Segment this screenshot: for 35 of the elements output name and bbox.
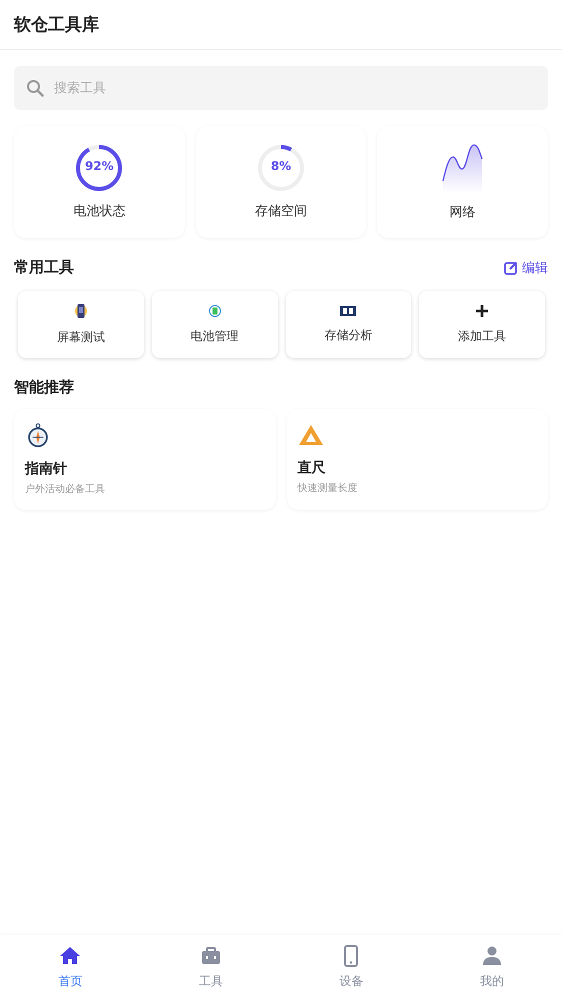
edit-button[interactable]: 编辑 — [504, 258, 548, 276]
section-title: 常用工具 — [14, 258, 74, 277]
tool-button[interactable]: 添加工具 — [419, 291, 545, 358]
user-icon — [480, 944, 503, 966]
search-icon — [26, 79, 44, 97]
toolbox-icon — [200, 944, 222, 966]
percent-value: 92% — [84, 159, 115, 173]
search-input[interactable]: 搜索工具 — [52, 80, 536, 96]
storage-icon — [340, 305, 356, 317]
triangle-ruler-icon — [298, 423, 324, 447]
card-title: 直尺 — [298, 459, 326, 477]
card-description: 户外活动必备工具 — [25, 482, 105, 496]
nav-tab[interactable]: 首页 — [0, 935, 140, 999]
tool-button[interactable]: 电池管理 — [152, 291, 278, 358]
percent-value: 8% — [270, 159, 292, 173]
stat-label: 网络 — [450, 204, 476, 221]
recommend-card[interactable]: 直尺 快速测量长度 — [286, 409, 548, 510]
search-field[interactable]: 搜索工具 — [14, 66, 548, 110]
compass-icon — [25, 423, 51, 448]
card-title: 指南针 — [25, 460, 67, 478]
stat-label: 存储空间 — [255, 203, 307, 220]
tool-button[interactable]: 屏幕测试 — [18, 291, 144, 358]
edit-icon — [504, 260, 518, 274]
recommend-card[interactable]: 指南针 户外活动必备工具 — [14, 409, 276, 510]
progress-ring — [257, 144, 305, 192]
stat-label: 电池状态 — [73, 203, 126, 220]
card-description: 快速测量长度 — [298, 482, 358, 495]
app-title: 软仓工具库 — [14, 14, 99, 36]
section-title: 智能推荐 — [14, 378, 74, 397]
plus-icon — [475, 304, 490, 318]
battery-icon — [208, 304, 222, 318]
phone-icon — [74, 303, 88, 319]
home-icon — [59, 944, 82, 966]
progress-ring — [75, 144, 124, 192]
tool-button[interactable]: 存储分析 — [286, 291, 412, 358]
